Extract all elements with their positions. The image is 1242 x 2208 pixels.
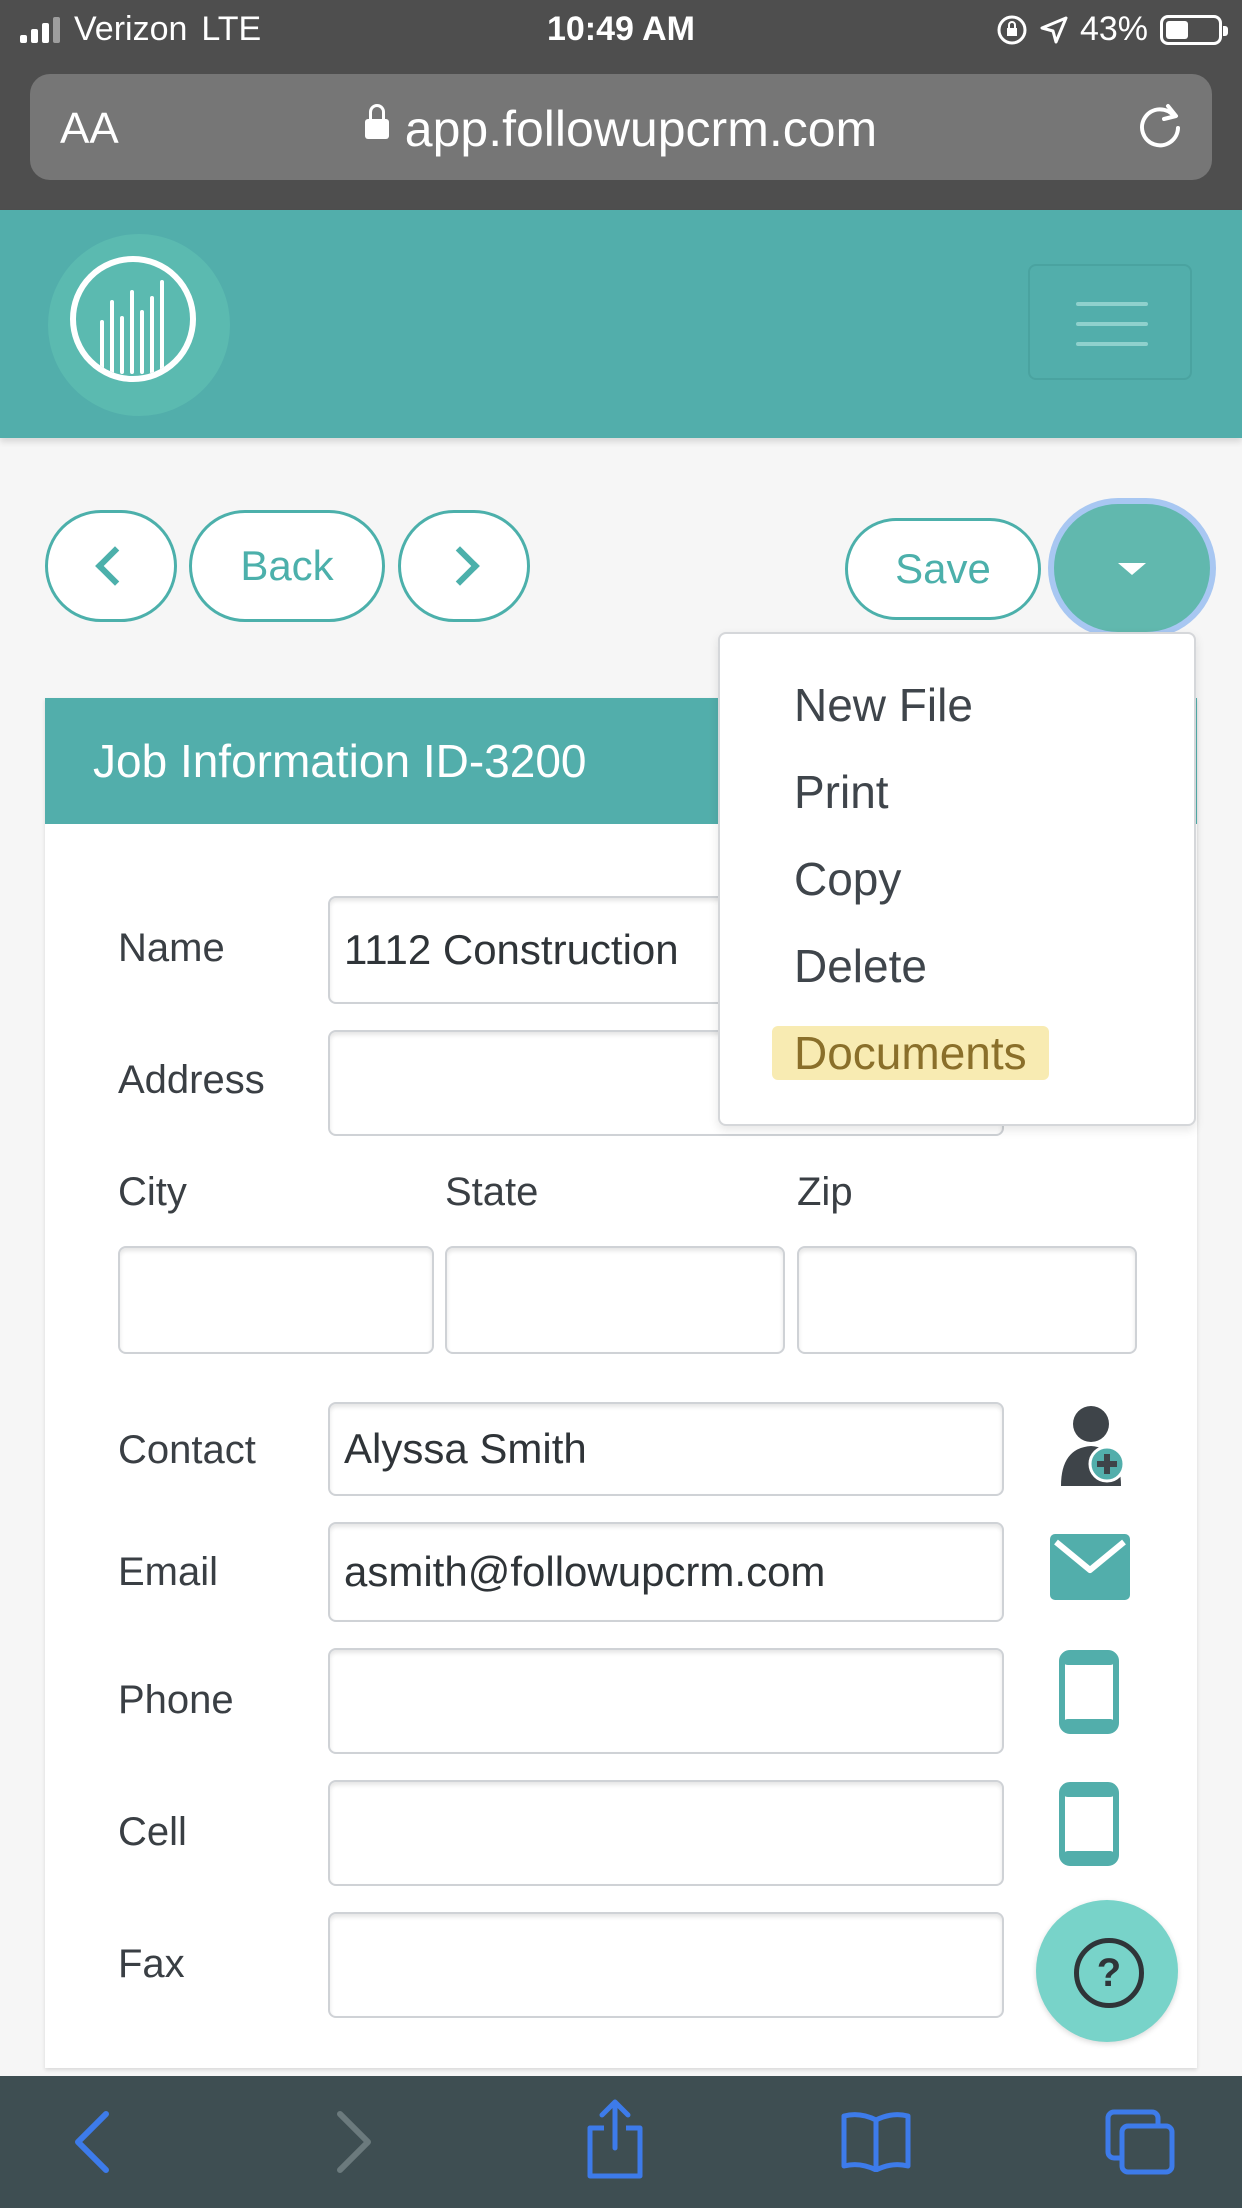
phone-icon[interactable] <box>1059 1650 1119 1734</box>
reload-icon[interactable] <box>1134 100 1186 152</box>
bookmarks-icon[interactable] <box>840 2110 912 2172</box>
battery-icon <box>1160 14 1228 45</box>
caret-down-icon <box>1118 563 1146 575</box>
city-label: City <box>118 1170 187 1214</box>
address-label: Address <box>118 1058 265 1102</box>
previous-button[interactable] <box>45 510 177 622</box>
zip-field[interactable] <box>797 1246 1137 1354</box>
actions-dropdown-menu: New File Print Copy Delete Documents <box>718 632 1196 1126</box>
next-button[interactable] <box>398 510 530 622</box>
hamburger-icon[interactable] <box>1028 264 1192 380</box>
city-field[interactable] <box>118 1246 434 1354</box>
menu-item-new-file[interactable]: New File <box>794 678 973 732</box>
battery-percent: 43% <box>1079 10 1148 48</box>
help-icon: ? <box>1074 1938 1144 2008</box>
lock-icon <box>364 103 389 139</box>
browser-bottom-toolbar <box>0 2076 1242 2208</box>
address-bar[interactable]: AA app.followupcrm.com <box>30 74 1212 180</box>
save-button[interactable]: Save <box>845 518 1041 620</box>
url-field[interactable]: app.followupcrm.com <box>30 100 1212 158</box>
back-button[interactable]: Back <box>189 510 385 622</box>
status-bar: Verizon LTE 10:49 AM 43% <box>0 0 1242 62</box>
mobile-icon[interactable] <box>1059 1782 1119 1866</box>
menu-item-print[interactable]: Print <box>794 765 889 819</box>
name-label: Name <box>118 926 225 970</box>
state-field[interactable] <box>445 1246 785 1354</box>
cell-label: Cell <box>118 1810 187 1854</box>
logo-icon[interactable] <box>48 234 230 416</box>
cell-field[interactable] <box>328 1780 1004 1886</box>
share-icon[interactable] <box>584 2098 646 2180</box>
email-field[interactable]: asmith@followupcrm.com <box>328 1522 1004 1622</box>
zip-label: Zip <box>797 1170 853 1214</box>
location-icon <box>1040 16 1068 43</box>
email-label: Email <box>118 1550 219 1594</box>
contact-label: Contact <box>118 1428 256 1472</box>
rotation-lock-icon <box>997 15 1027 44</box>
menu-item-copy[interactable]: Copy <box>794 852 901 906</box>
url-text: app.followupcrm.com <box>404 101 878 157</box>
phone-field[interactable] <box>328 1648 1004 1754</box>
menu-item-documents[interactable]: Documents <box>772 1026 1049 1080</box>
state-label: State <box>445 1170 539 1214</box>
menu-item-delete[interactable]: Delete <box>794 939 927 993</box>
app-header <box>0 210 1242 438</box>
more-actions-dropdown-button[interactable] <box>1054 504 1210 632</box>
fax-field[interactable] <box>328 1912 1004 2018</box>
card-title: Job Information ID-3200 <box>93 735 587 787</box>
tabs-icon[interactable] <box>1104 2108 1176 2176</box>
fax-label: Fax <box>118 1942 185 1986</box>
contact-field[interactable]: Alyssa Smith <box>328 1402 1004 1496</box>
browser-toolbar: AA app.followupcrm.com <box>0 62 1242 210</box>
chevron-left-icon <box>95 546 135 586</box>
help-button[interactable]: ? <box>1036 1900 1178 2042</box>
envelope-icon[interactable] <box>1050 1534 1130 1600</box>
back-arrow-icon[interactable] <box>72 2110 112 2174</box>
chevron-right-icon <box>440 546 480 586</box>
phone-label: Phone <box>118 1678 234 1722</box>
add-contact-icon[interactable] <box>1057 1404 1133 1488</box>
forward-arrow-icon[interactable] <box>334 2110 374 2174</box>
